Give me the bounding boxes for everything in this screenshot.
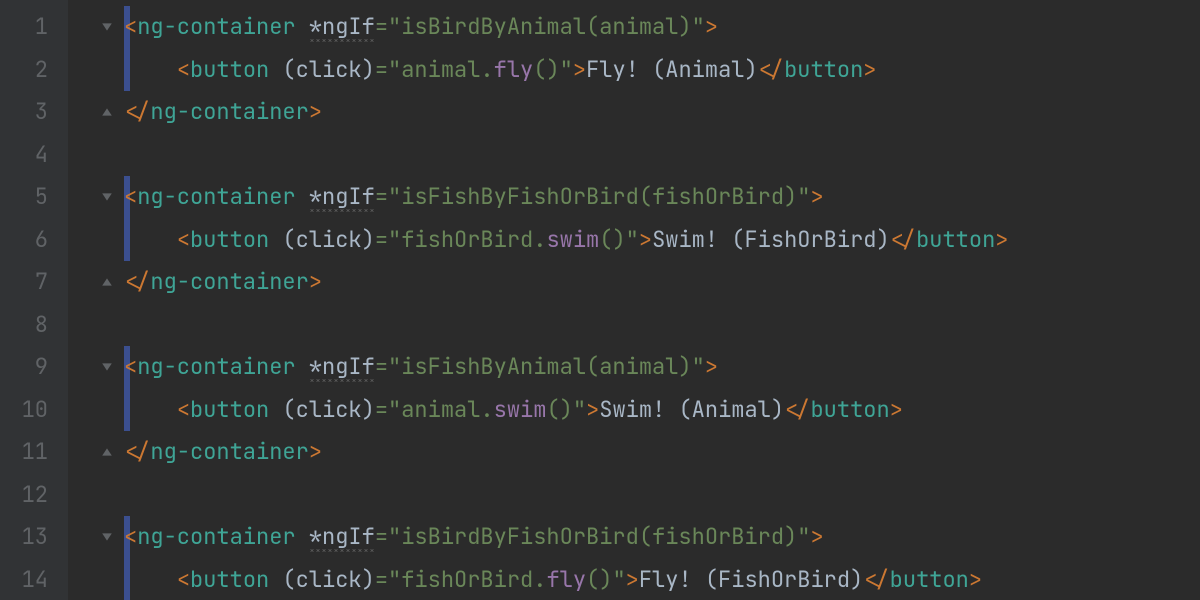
code-area[interactable]: <ng-container *ngIf="isBirdByAnimal(anim… bbox=[124, 0, 1200, 600]
code-line[interactable]: <button (click)="animal.swim()">Swim! (A… bbox=[124, 389, 1200, 432]
fold-gutter-row bbox=[68, 516, 124, 559]
fold-gutter-row bbox=[68, 261, 124, 304]
code-line[interactable] bbox=[124, 474, 1200, 517]
fold-gutter-row bbox=[68, 49, 124, 92]
code-line[interactable]: </ng-container> bbox=[124, 261, 1200, 304]
fold-gutter-row bbox=[68, 474, 124, 517]
code-line[interactable]: <ng-container *ngIf="isFishByFishOrBird(… bbox=[124, 176, 1200, 219]
fold-open-icon[interactable] bbox=[100, 360, 114, 374]
fold-gutter-row bbox=[68, 6, 124, 49]
ngif-attr: *ngIf bbox=[309, 12, 375, 42]
fold-open-icon[interactable] bbox=[100, 20, 114, 34]
fold-gutter-row bbox=[68, 134, 124, 177]
line-number: 6 bbox=[0, 219, 68, 262]
line-number: 5 bbox=[0, 176, 68, 219]
fold-gutter-row bbox=[68, 389, 124, 432]
line-number: 4 bbox=[0, 134, 68, 177]
fold-gutter-row bbox=[68, 91, 124, 134]
fold-close-icon[interactable] bbox=[100, 275, 114, 289]
fold-gutter-row bbox=[68, 219, 124, 262]
code-line[interactable] bbox=[124, 134, 1200, 177]
line-number-gutter: 1234567891011121314 bbox=[0, 0, 68, 600]
code-line[interactable]: <ng-container *ngIf="isBirdByFishOrBird(… bbox=[124, 516, 1200, 559]
code-line[interactable]: <ng-container *ngIf="isBirdByAnimal(anim… bbox=[124, 6, 1200, 49]
ngif-attr: *ngIf bbox=[309, 182, 375, 212]
code-line[interactable]: <button (click)="animal.fly()">Fly! (Ani… bbox=[124, 49, 1200, 92]
code-editor[interactable]: 1234567891011121314 <ng-container *ngIf=… bbox=[0, 0, 1200, 600]
fold-close-icon[interactable] bbox=[100, 445, 114, 459]
line-number: 3 bbox=[0, 91, 68, 134]
code-line[interactable] bbox=[124, 304, 1200, 347]
line-number: 8 bbox=[0, 304, 68, 347]
fold-gutter bbox=[68, 0, 124, 600]
fold-open-icon[interactable] bbox=[100, 190, 114, 204]
code-line[interactable]: </ng-container> bbox=[124, 91, 1200, 134]
fold-gutter-row bbox=[68, 176, 124, 219]
line-number: 10 bbox=[0, 389, 68, 432]
line-number: 7 bbox=[0, 261, 68, 304]
line-number: 14 bbox=[0, 559, 68, 600]
code-line[interactable]: </ng-container> bbox=[124, 431, 1200, 474]
line-number: 9 bbox=[0, 346, 68, 389]
line-number: 13 bbox=[0, 516, 68, 559]
fold-gutter-row bbox=[68, 346, 124, 389]
fold-gutter-row bbox=[68, 431, 124, 474]
fold-open-icon[interactable] bbox=[100, 530, 114, 544]
code-line[interactable]: <button (click)="fishOrBird.fly()">Fly! … bbox=[124, 559, 1200, 600]
code-line[interactable]: <button (click)="fishOrBird.swim()">Swim… bbox=[124, 219, 1200, 262]
line-number: 11 bbox=[0, 431, 68, 474]
line-number: 2 bbox=[0, 49, 68, 92]
ngif-attr: *ngIf bbox=[309, 522, 375, 552]
line-number: 1 bbox=[0, 6, 68, 49]
ngif-attr: *ngIf bbox=[309, 352, 375, 382]
line-number: 12 bbox=[0, 474, 68, 517]
fold-gutter-row bbox=[68, 304, 124, 347]
fold-close-icon[interactable] bbox=[100, 105, 114, 119]
fold-gutter-row bbox=[68, 559, 124, 600]
code-line[interactable]: <ng-container *ngIf="isFishByAnimal(anim… bbox=[124, 346, 1200, 389]
